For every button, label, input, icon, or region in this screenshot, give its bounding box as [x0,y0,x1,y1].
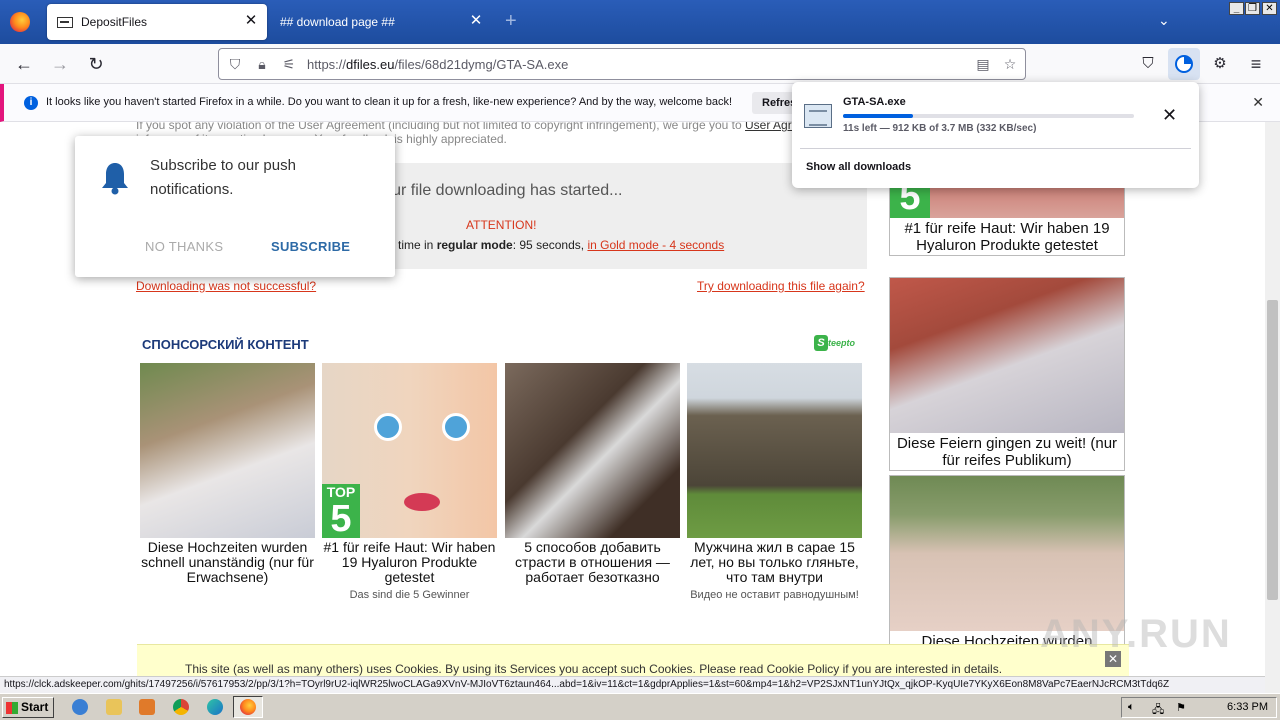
panel-divider [800,148,1191,149]
close-window-icon[interactable]: ✕ [1262,2,1277,15]
bookmark-star-icon[interactable]: ☆ [1002,56,1018,72]
reader-view-icon[interactable]: ▤ [975,56,991,72]
ad-image[interactable] [505,363,680,538]
card-title[interactable]: #1 für reife Haut: Wir haben 19 Hyaluron… [322,540,497,585]
vertical-scrollbar[interactable] [1265,122,1280,693]
notification-message: It looks like you haven't started Firefo… [46,96,733,108]
ad-image[interactable] [140,363,315,538]
url-bar[interactable]: ⛉ 🔒︎ ⚟ https://dfiles.eu/files/68d21dymg… [218,48,1026,80]
download-progress-fill [843,114,913,118]
subscribe-button[interactable]: SUBSCRIBE [271,239,350,254]
minimize-icon[interactable]: _ [1229,2,1244,15]
back-icon[interactable]: ← [12,52,36,76]
restore-icon[interactable]: ❐ [1245,2,1260,15]
close-tab-icon[interactable]: ✕ [243,13,259,29]
push-notification-popup: Subscribe to our push notifications. NO … [75,136,395,277]
shield-icon[interactable]: ⛉ [227,56,243,72]
close-notification-icon[interactable]: ✕ [1252,94,1264,111]
chrome-icon[interactable] [173,699,189,715]
forward-icon[interactable]: → [48,52,72,76]
folder-icon[interactable] [106,699,122,715]
not-successful-link[interactable]: Downloading was not successful? [136,279,316,293]
start-button[interactable]: Start [2,697,54,718]
card-subtitle: Видео не оставит равнодушным! [690,589,859,601]
firefox-icon[interactable] [10,12,30,32]
show-all-downloads-button[interactable]: Show all downloads [806,161,911,173]
card-title[interactable]: Мужчина жил в сарае 15 лет, но вы только… [687,540,862,585]
flag-icon[interactable]: ⚑ [1176,701,1186,714]
attention-text: ATTENTION! [466,218,537,232]
wait-time-text: time in regular mode: 95 seconds, in Gol… [398,238,725,252]
push-message: Subscribe to our push notifications. [150,157,296,198]
lock-icon[interactable]: 🔒︎ [254,56,270,72]
navigation-toolbar: ← → ↻ ⛉ 🔒︎ ⚟ https://dfiles.eu/files/68d… [0,44,1280,84]
tab-label: DepositFiles [81,15,148,29]
card-title[interactable]: 5 способов добавить страсти в отношения … [505,540,680,585]
edge-icon[interactable] [207,699,223,715]
card-subtitle: Das sind die 5 Gewinner [349,589,470,601]
system-tray: 🔈︎ 🖧︎ ⚑ 6:33 PM [1121,697,1277,718]
download-progress-bar [843,114,1134,118]
anyrun-watermark: ANY.RUN [1040,612,1232,656]
download-progress-icon [1175,55,1193,73]
download-file-name[interactable]: GTA-SA.exe [843,96,906,108]
try-again-link[interactable]: Try downloading this file again? [697,279,865,293]
taskbar: Start 🔈︎ 🖧︎ ⚑ 6:33 PM [0,693,1280,720]
downloads-panel: GTA-SA.exe 11s left — 912 KB of 3.7 MB (… [792,82,1199,188]
sponsored-card[interactable]: Diese Hochzeiten wurden schnell unanstän… [140,363,315,585]
bell-icon [102,163,128,195]
ad-image[interactable] [890,476,1124,631]
card-title[interactable]: #1 für reife Haut: Wir haben 19 Hyaluron… [890,218,1124,255]
ad-image[interactable] [890,278,1124,433]
no-thanks-button[interactable]: NO THANKS [145,239,223,254]
info-icon: i [24,96,38,110]
sponsor-title: СПОНСОРСКИЙ КОНТЕНТ [142,337,309,352]
download-started-text: Your file downloading has started... [374,182,623,199]
cookie-banner: This site (as well as many others) uses … [137,644,1129,676]
list-all-tabs-icon[interactable]: ⌄ [1158,12,1170,29]
tab-depositfiles[interactable]: DepositFiles ✕ [47,4,267,40]
cancel-download-icon[interactable]: ✕ [1162,105,1177,126]
pocket-icon[interactable]: ⛉ [1136,52,1160,76]
ie-icon[interactable] [72,699,88,715]
cookie-message: This site (as well as many others) uses … [185,662,1003,676]
gold-mode-link[interactable]: in Gold mode - 4 seconds [587,238,724,252]
download-status: 11s left — 912 KB of 3.7 MB (332 KB/sec) [843,123,1037,134]
sponsored-card[interactable]: 5 способов добавить страсти в отношения … [505,363,680,585]
sponsored-card[interactable]: TOP 5 #1 für reife Haut: Wir haben 19 Hya… [322,363,497,604]
ad-image[interactable]: TOP 5 [322,363,497,538]
exe-file-icon [804,104,832,128]
tab-strip: DepositFiles ✕ ## download page ## ✕ + ⌄… [0,0,1280,44]
site-favicon-icon [57,16,73,28]
reload-icon[interactable]: ↻ [84,52,108,76]
steepto-logo[interactable]: Steepto [814,335,860,353]
media-player-icon[interactable] [139,699,155,715]
top5-badge: TOP 5 [322,484,360,538]
permissions-icon[interactable]: ⚟ [281,56,297,72]
firefox-taskbar-button[interactable] [233,696,263,718]
ad-image[interactable] [687,363,862,538]
url-text[interactable]: https://dfiles.eu/files/68d21dymg/GTA-SA… [307,57,568,72]
firefox-icon [240,699,256,715]
right-ad-card[interactable]: Diese Feiern gingen zu weit! (nur für re… [889,277,1125,471]
extensions-icon[interactable]: ⚙ [1208,52,1232,76]
new-tab-icon[interactable]: + [505,11,517,31]
downloads-button[interactable] [1168,48,1200,80]
close-tab-icon[interactable]: ✕ [468,13,484,29]
card-title[interactable]: Diese Hochzeiten wurden schnell unanstän… [140,540,315,585]
scrollbar-thumb[interactable] [1267,300,1278,600]
status-url-bar: https://clck.adskeeper.com/ghits/1749725… [0,676,1265,693]
volume-icon[interactable]: 🔈︎ [1128,701,1135,714]
tab-label: ## download page ## [280,15,395,29]
network-icon[interactable]: 🖧︎ [1152,701,1164,720]
menu-icon[interactable]: ≡ [1244,52,1268,76]
card-title[interactable]: Diese Feiern gingen zu weit! (nur für re… [890,433,1124,470]
clock[interactable]: 6:33 PM [1227,701,1268,713]
sponsored-card[interactable]: Мужчина жил в сарае 15 лет, но вы только… [687,363,862,604]
tab-download-page[interactable]: ## download page ## ✕ [270,4,492,40]
